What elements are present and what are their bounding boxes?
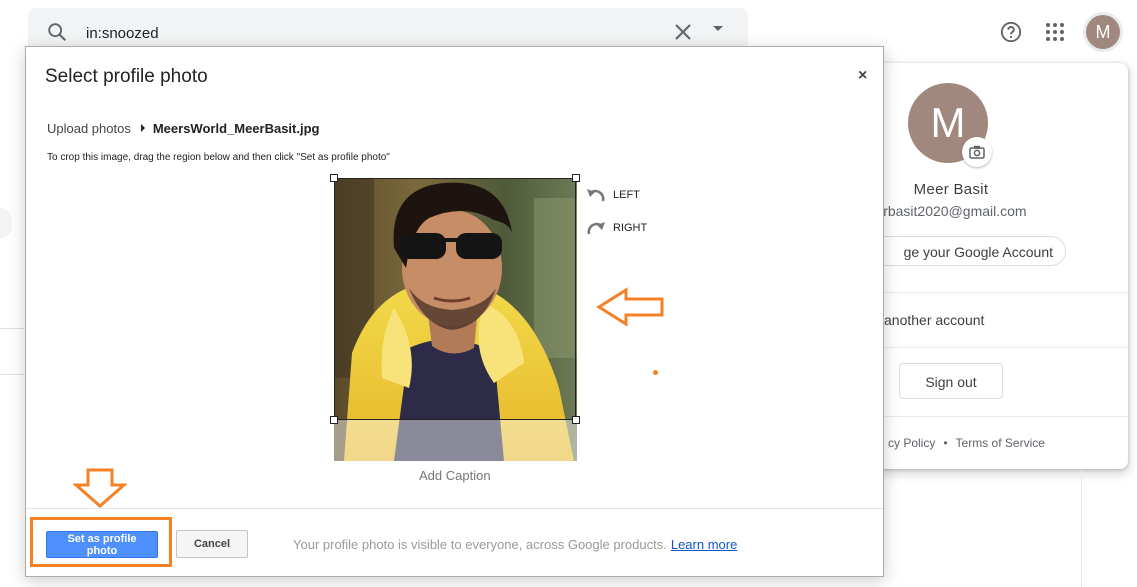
- sign-out-button[interactable]: Sign out: [899, 363, 1003, 399]
- visibility-note: Your profile photo is visible to everyon…: [293, 537, 737, 552]
- divider: [0, 328, 24, 329]
- manage-account-button[interactable]: ge your Google Account: [862, 236, 1066, 266]
- rotate-right-label: RIGHT: [613, 222, 648, 234]
- add-account-link[interactable]: another account: [884, 312, 984, 328]
- change-photo-button[interactable]: [962, 137, 992, 167]
- account-avatar-button[interactable]: M: [1086, 15, 1120, 49]
- learn-more-link[interactable]: Learn more: [671, 537, 737, 552]
- help-icon[interactable]: [1000, 21, 1022, 43]
- rotate-right-icon: [587, 222, 605, 235]
- terms-link[interactable]: Terms of Service: [956, 436, 1045, 450]
- rotate-left-icon: [587, 189, 605, 202]
- breadcrumb-upload-photos[interactable]: Upload photos: [47, 121, 131, 136]
- add-caption-field[interactable]: Add Caption: [419, 468, 491, 483]
- sidebar-compose-edge: [0, 208, 12, 238]
- breadcrumb: Upload photos MeersWorld_MeerBasit.jpg: [47, 121, 319, 136]
- crop-handle-top-left[interactable]: [330, 174, 338, 182]
- search-icon[interactable]: [46, 21, 68, 43]
- annotation-arrow-down-icon: [73, 468, 127, 508]
- visibility-note-text: Your profile photo is visible to everyon…: [293, 537, 667, 552]
- apps-grid-icon[interactable]: [1045, 22, 1065, 42]
- crop-handle-bottom-left[interactable]: [330, 416, 338, 424]
- account-footer: cy Policy • Terms of Service: [888, 436, 1045, 450]
- breadcrumb-file-name: MeersWorld_MeerBasit.jpg: [152, 121, 320, 136]
- privacy-policy-link[interactable]: cy Policy: [888, 436, 935, 450]
- annotation-highlight-box: [30, 517, 172, 567]
- cancel-button[interactable]: Cancel: [176, 530, 248, 558]
- divider: [1081, 470, 1082, 587]
- rotate-left-button[interactable]: LEFT: [586, 187, 640, 203]
- rotate-left-label: LEFT: [613, 189, 640, 201]
- camera-icon: [969, 145, 985, 159]
- breadcrumb-arrow-icon: [140, 124, 145, 132]
- close-icon[interactable]: ×: [858, 67, 867, 85]
- crop-handle-top-right[interactable]: [572, 174, 580, 182]
- select-profile-photo-dialog: Select profile photo × Upload photos Meer…: [25, 46, 884, 577]
- clear-icon[interactable]: [673, 22, 693, 42]
- crop-handle-bottom-right[interactable]: [572, 416, 580, 424]
- rotate-right-button[interactable]: RIGHT: [586, 220, 647, 236]
- dropdown-caret-icon[interactable]: [713, 26, 723, 31]
- annotation-arrow-left-icon: [596, 287, 664, 327]
- dialog-title: Select profile photo: [45, 66, 208, 87]
- annotation-dot: [653, 370, 658, 375]
- search-input[interactable]: [84, 20, 648, 46]
- crop-instructions: To crop this image, drag the region belo…: [47, 152, 390, 163]
- crop-region[interactable]: [334, 178, 576, 420]
- divider: [0, 374, 24, 375]
- footer-separator: •: [943, 436, 948, 450]
- dialog-divider: [26, 508, 883, 509]
